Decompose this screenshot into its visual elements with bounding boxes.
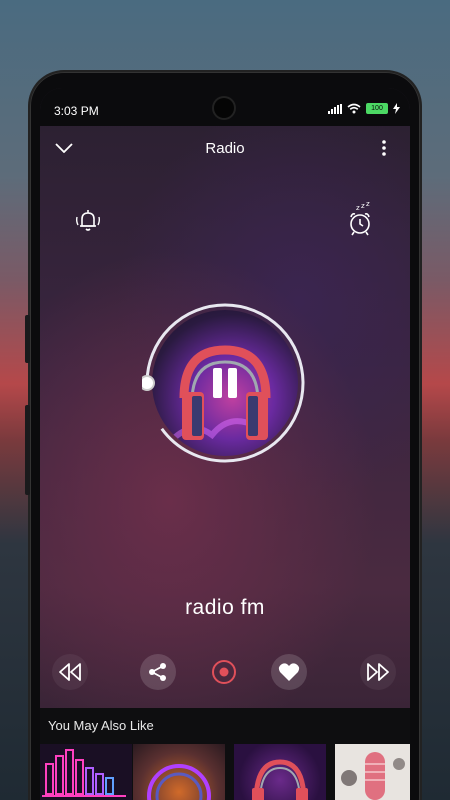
- station-name: radio fm: [185, 596, 265, 619]
- heart-icon: [278, 663, 300, 681]
- pause-icon: [213, 368, 237, 398]
- recommendation-item[interactable]: [40, 744, 132, 800]
- share-button[interactable]: [140, 654, 176, 690]
- recommendations-section: You May Also Like: [40, 708, 410, 800]
- progress-knob[interactable]: [142, 375, 155, 391]
- more-vert-icon: [382, 140, 386, 156]
- more-options-button[interactable]: [374, 136, 394, 160]
- recommendation-item[interactable]: [234, 744, 326, 800]
- record-icon: [212, 660, 236, 684]
- alarm-button[interactable]: [70, 202, 106, 238]
- battery-icon: 100: [366, 103, 388, 114]
- record-button[interactable]: [206, 654, 242, 690]
- svg-text:z: z: [356, 204, 360, 212]
- svg-text:z: z: [361, 202, 365, 210]
- rewind-button[interactable]: [52, 654, 88, 690]
- charging-icon: [393, 103, 400, 114]
- phone-side-button: [25, 405, 30, 495]
- player-disc[interactable]: [142, 300, 308, 466]
- ring-light-thumb: [147, 764, 211, 800]
- equalizer-thumb: [42, 749, 126, 797]
- recommendation-item[interactable]: [335, 744, 410, 800]
- sleep-timer-button[interactable]: z z z: [342, 200, 378, 240]
- app-screen: 3:03 PM 100 Radio z z z radio fm You May…: [40, 88, 410, 800]
- bell-icon: [75, 210, 101, 231]
- fast-forward-button[interactable]: [360, 654, 396, 690]
- fast-forward-icon: [367, 663, 389, 681]
- recommendation-item[interactable]: [133, 744, 225, 800]
- status-time: 3:03 PM: [54, 104, 99, 118]
- status-bar: 3:03 PM 100: [40, 88, 410, 126]
- microphone-thumb: [341, 752, 405, 800]
- headphones-thumb: [252, 759, 308, 800]
- transport-controls: [40, 652, 410, 692]
- favorite-button[interactable]: [271, 654, 307, 690]
- page-title: Radio: [205, 140, 245, 157]
- wifi-icon: [347, 103, 361, 114]
- camera-cutout: [214, 98, 234, 118]
- status-icons: 100: [328, 103, 400, 114]
- section-heading: You May Also Like: [48, 718, 154, 733]
- svg-text:z: z: [366, 202, 370, 208]
- app-bar: Radio: [40, 126, 410, 170]
- sleep-timer-icon: z z z: [350, 202, 370, 236]
- share-icon: [149, 663, 166, 681]
- play-pause-button[interactable]: [205, 363, 245, 403]
- rewind-icon: [59, 663, 81, 681]
- phone-side-button: [25, 315, 30, 363]
- signal-icon: [328, 103, 342, 114]
